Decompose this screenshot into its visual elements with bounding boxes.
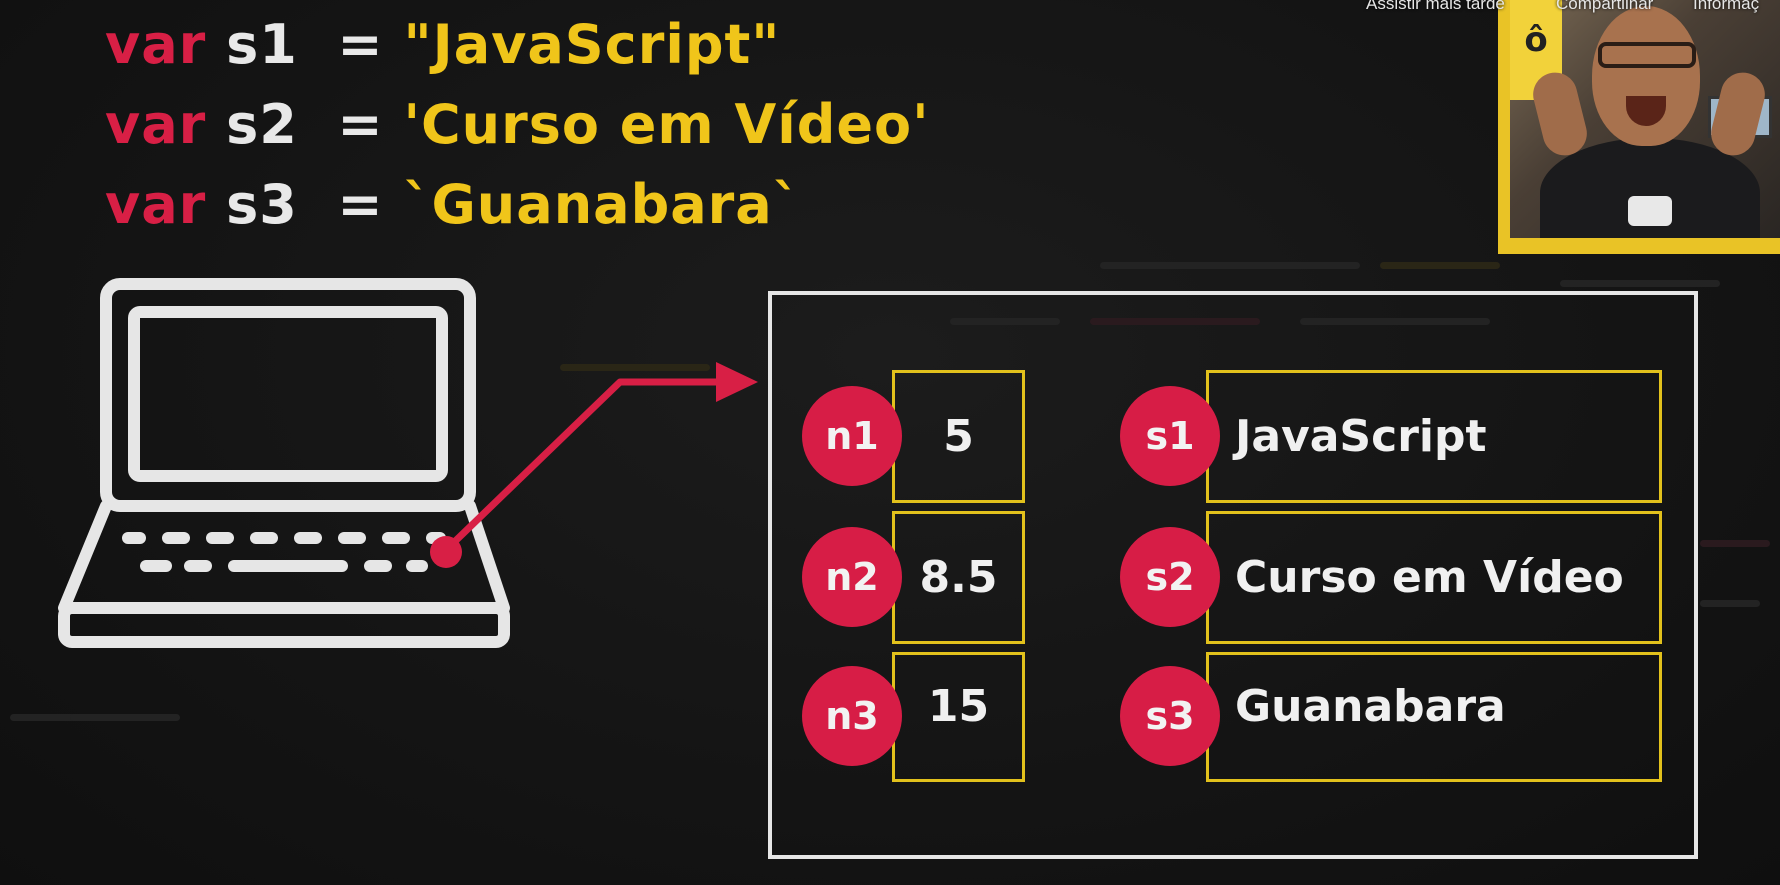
code-line-1: var s1 = "JavaScript" — [105, 13, 780, 77]
memory-cell-s3: Guanabara — [1206, 652, 1662, 782]
cell-value: Curso em Vídeo — [1235, 552, 1624, 603]
code-string-value: `Guanabara` — [403, 173, 801, 236]
background-line — [1380, 262, 1500, 269]
variable-badge-s3: s3 — [1120, 666, 1220, 766]
variable-badge-n3: n3 — [802, 666, 902, 766]
presenter-glasses — [1598, 42, 1696, 68]
info-button[interactable]: Informaç — [1693, 0, 1759, 14]
video-frame: var s1 = "JavaScript" var s2 = 'Curso em… — [0, 0, 1780, 885]
memory-cell-s1: JavaScript — [1206, 370, 1662, 503]
presenter-video: ô — [1510, 0, 1780, 238]
variable-badge-n2: n2 — [802, 527, 902, 627]
background-line — [1700, 540, 1770, 547]
presenter-left-hand — [1528, 67, 1592, 161]
cell-value: 8.5 — [919, 552, 998, 603]
memory-cell-n1: 5 — [892, 370, 1025, 503]
watch-later-button[interactable]: Assistir mais tarde — [1366, 0, 1505, 14]
memory-cell-s2: Curso em Vídeo — [1206, 511, 1662, 644]
code-string-value: "JavaScript" — [403, 13, 781, 76]
code-identifier: s3 — [226, 173, 298, 236]
code-keyword: var — [105, 173, 207, 236]
pointer-arrow — [430, 362, 758, 568]
background-line — [1560, 280, 1720, 287]
cell-value: 15 — [927, 680, 990, 732]
laptop-front-edge — [58, 602, 510, 648]
variable-badge-s1: s1 — [1120, 386, 1220, 486]
code-identifier: s1 — [226, 13, 298, 76]
memory-cell-n3: 15 — [892, 652, 1025, 782]
cell-value: 5 — [943, 411, 974, 462]
presenter-right-hand — [1706, 67, 1770, 161]
memory-cell-n2: 8.5 — [892, 511, 1025, 644]
background-line — [1700, 600, 1760, 607]
code-line-3: var s3 = `Guanabara` — [105, 173, 801, 237]
code-keyword: var — [105, 13, 207, 76]
code-operator: = — [337, 13, 384, 76]
shirt-logo — [1628, 196, 1672, 226]
background-line — [70, 714, 180, 721]
webcam-overlay: ô — [1498, 0, 1780, 254]
code-operator: = — [337, 173, 384, 236]
share-button[interactable]: Compartilhar — [1556, 0, 1653, 14]
cell-value: Guanabara — [1235, 680, 1506, 732]
cell-value: JavaScript — [1235, 411, 1487, 462]
variable-badge-s2: s2 — [1120, 527, 1220, 627]
code-string-value: 'Curso em Vídeo' — [403, 93, 930, 156]
variable-badge-n1: n1 — [802, 386, 902, 486]
code-identifier: s2 — [226, 93, 298, 156]
code-keyword: var — [105, 93, 207, 156]
code-line-2: var s2 = 'Curso em Vídeo' — [105, 93, 930, 157]
background-line — [1100, 262, 1360, 269]
code-operator: = — [337, 93, 384, 156]
